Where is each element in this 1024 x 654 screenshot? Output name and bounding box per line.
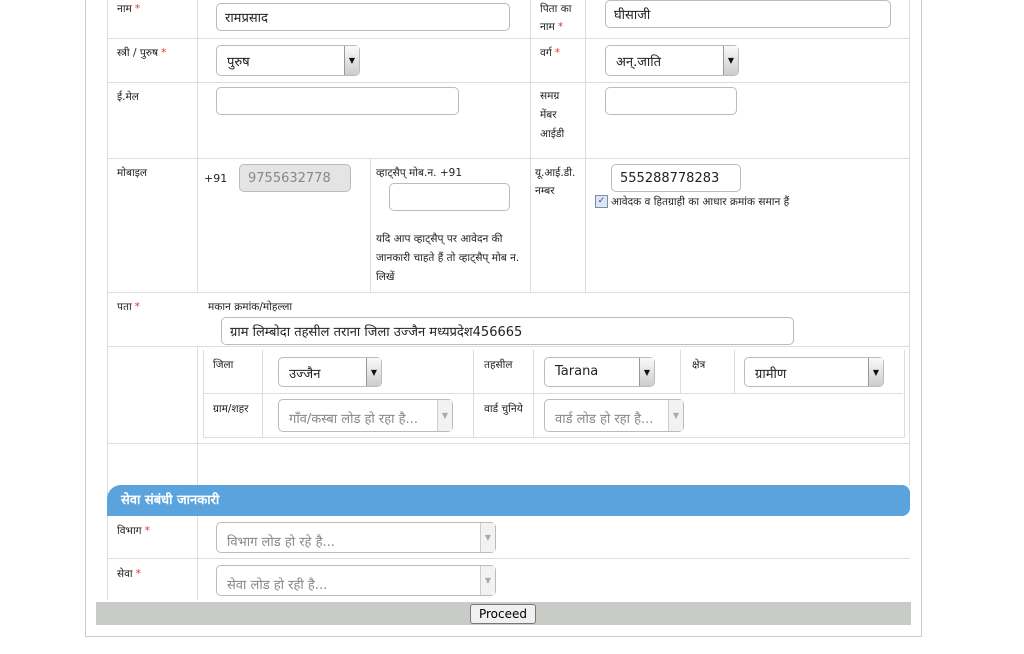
- district-select[interactable]: उज्जैन ▼: [278, 357, 382, 387]
- address-label: पता *: [117, 301, 140, 313]
- chevron-down-icon: ▼: [668, 400, 683, 431]
- village-select[interactable]: गाँव/कस्बा लोड हो रहा है... ▼: [278, 399, 453, 432]
- father-name-input[interactable]: घीसाजी: [605, 0, 891, 28]
- department-select[interactable]: विभाग लोड हो रहे है... ▼: [216, 522, 496, 553]
- name-label: नाम *: [117, 3, 141, 15]
- mobile-prefix: +91: [204, 172, 228, 185]
- chevron-down-icon: ▼: [480, 523, 495, 552]
- aadhaar-same-label: आवेदक व हितग्राही का आधार क्रमांक समान ह…: [611, 196, 790, 208]
- chevron-down-icon: ▼: [344, 46, 359, 75]
- area-label: क्षेत्र: [692, 359, 706, 371]
- father-name-label: पिता का नाम *: [540, 3, 572, 33]
- proceed-button[interactable]: Proceed: [470, 604, 536, 624]
- mobile-label: मोबाइल: [117, 167, 147, 179]
- chevron-down-icon: ▼: [437, 400, 452, 431]
- gender-label: स्त्री / पुरुष *: [117, 47, 167, 59]
- area-select[interactable]: ग्रामीण ▼: [744, 357, 884, 387]
- chevron-down-icon: ▼: [639, 358, 654, 386]
- service-select[interactable]: सेवा लोड हो रही है... ▼: [216, 565, 496, 596]
- whatsapp-help-text: यदि आप व्हाट्सैप् पर आवेदन की जानकारी चा…: [376, 233, 520, 283]
- tehsil-label: तहसील: [484, 359, 513, 371]
- aadhaar-same-checkbox[interactable]: ✓: [595, 195, 608, 208]
- category-label: वर्ग *: [540, 47, 560, 59]
- ward-select[interactable]: वार्ड लोड हो रहा है... ▼: [544, 399, 684, 432]
- chevron-down-icon: ▼: [723, 46, 738, 75]
- chevron-down-icon: ▼: [366, 358, 381, 386]
- district-label: जिला: [213, 359, 234, 371]
- tehsil-select[interactable]: Tarana ▼: [544, 357, 655, 387]
- house-label: मकान क्रमांक/मोहल्ला: [208, 301, 293, 313]
- chevron-down-icon: ▼: [480, 566, 495, 595]
- uid-input[interactable]: 555288778283: [611, 164, 741, 192]
- uid-label: यू.आई.डी. नम्बर: [535, 167, 576, 197]
- whatsapp-label: व्हाट्सैप् मोब.न. +91: [376, 167, 463, 179]
- email-input[interactable]: [216, 87, 459, 115]
- village-label: ग्राम/शहर: [213, 403, 249, 415]
- service-section-header: सेवा संबंधी जानकारी: [107, 485, 910, 516]
- ward-label: वार्ड चुनिये: [484, 403, 523, 415]
- whatsapp-input[interactable]: [389, 183, 510, 211]
- samagra-id-input[interactable]: [605, 87, 737, 115]
- gender-select[interactable]: पुरुष ▼: [216, 45, 360, 76]
- name-input[interactable]: रामप्रसाद: [216, 3, 510, 31]
- category-select[interactable]: अन्.जाति ▼: [605, 45, 739, 76]
- email-label: ई.मेल: [117, 91, 139, 103]
- samagra-id-label: समग्र मेंबर आईडी: [540, 90, 565, 140]
- mobile-input[interactable]: 9755632778: [239, 164, 351, 192]
- service-label: सेवा *: [117, 568, 141, 580]
- chevron-down-icon: ▼: [868, 358, 883, 386]
- department-label: विभाग *: [117, 525, 150, 537]
- house-input[interactable]: ग्राम लिम्बोदा तहसील तराना जिला उज्जैन म…: [221, 317, 794, 345]
